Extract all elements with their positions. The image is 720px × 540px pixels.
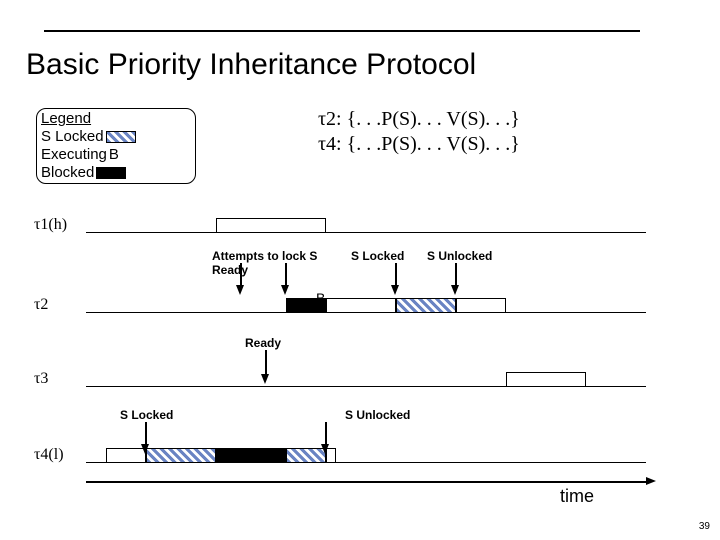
arrow-t3-ready — [261, 374, 269, 384]
lane-t2 — [86, 312, 646, 313]
label-b: B — [316, 290, 325, 306]
arrow-t3-ready-stem — [265, 350, 267, 374]
arrow-t4-sunlock — [321, 444, 329, 454]
legend-swatch-blocked — [96, 167, 126, 179]
legend-box: Legend S Locked Executing B Blocked — [36, 108, 196, 184]
seg-t2-exec1 — [326, 298, 396, 313]
note-slocked-t4: S Locked — [120, 408, 173, 422]
legend-slocked-label: S Locked — [41, 128, 104, 146]
note-attempts: Attempts to lock S — [212, 249, 317, 263]
note-ready-t2: Ready — [212, 263, 248, 277]
seg-t3-exec — [506, 372, 586, 387]
lane-label-t4: τ4(l) — [34, 446, 64, 464]
arrow-t2-ready — [236, 285, 244, 295]
arrow-t4-sunlock-stem — [325, 422, 327, 444]
arrow-t2-slock-stem — [395, 263, 397, 285]
seg-t4-blocked — [216, 448, 286, 463]
seg-t2-exec2 — [456, 298, 506, 313]
seg-t4-slock1 — [146, 448, 216, 463]
page-title: Basic Priority Inheritance Protocol — [26, 48, 476, 82]
arrow-t2-sunlock — [451, 285, 459, 295]
lane-t3 — [86, 386, 646, 387]
lane-label-t1: τ1(h) — [34, 216, 67, 234]
legend-blocked-label: Blocked — [41, 164, 94, 182]
axis-line — [86, 481, 646, 483]
seg-t2-slocked — [396, 298, 456, 313]
arrow-t2-attempt-stem — [285, 263, 287, 285]
legend-swatch-slocked — [106, 131, 136, 143]
lane-t4 — [86, 462, 646, 463]
arrow-t4-slock — [141, 444, 149, 454]
seg-t4-slock2 — [286, 448, 326, 463]
arrow-t2-ready-stem — [240, 263, 242, 285]
formula-line-1: τ2: {. . .P(S). . . V(S). . .} — [318, 108, 520, 131]
page-number: 39 — [699, 521, 710, 532]
lane-label-t2: τ2 — [34, 296, 48, 314]
arrow-t2-sunlock-stem — [455, 263, 457, 285]
legend-exec-glyph: B — [109, 146, 119, 164]
lane-label-t3: τ3 — [34, 370, 48, 388]
legend-heading: Legend — [41, 110, 91, 128]
note-slocked-t2: S Locked — [351, 249, 404, 263]
title-rule — [44, 30, 640, 32]
seg-t1-exec — [216, 218, 326, 233]
note-sunlocked-t4: S Unlocked — [345, 408, 410, 422]
seg-t4-exec1 — [106, 448, 146, 463]
note-ready-t3: Ready — [245, 336, 281, 350]
formula-line-2: τ4: {. . .P(S). . . V(S). . .} — [318, 133, 520, 156]
axis-arrowhead — [646, 477, 656, 485]
note-sunlocked-t2: S Unlocked — [427, 249, 492, 263]
arrow-t4-slock-stem — [145, 422, 147, 444]
arrow-t2-attempt — [281, 285, 289, 295]
axis-label-time: time — [560, 486, 594, 507]
formula-block: τ2: {. . .P(S). . . V(S). . .} τ4: {. . … — [318, 108, 520, 158]
lane-t1 — [86, 232, 646, 233]
legend-executing-label: Executing — [41, 146, 107, 164]
arrow-t2-slock — [391, 285, 399, 295]
